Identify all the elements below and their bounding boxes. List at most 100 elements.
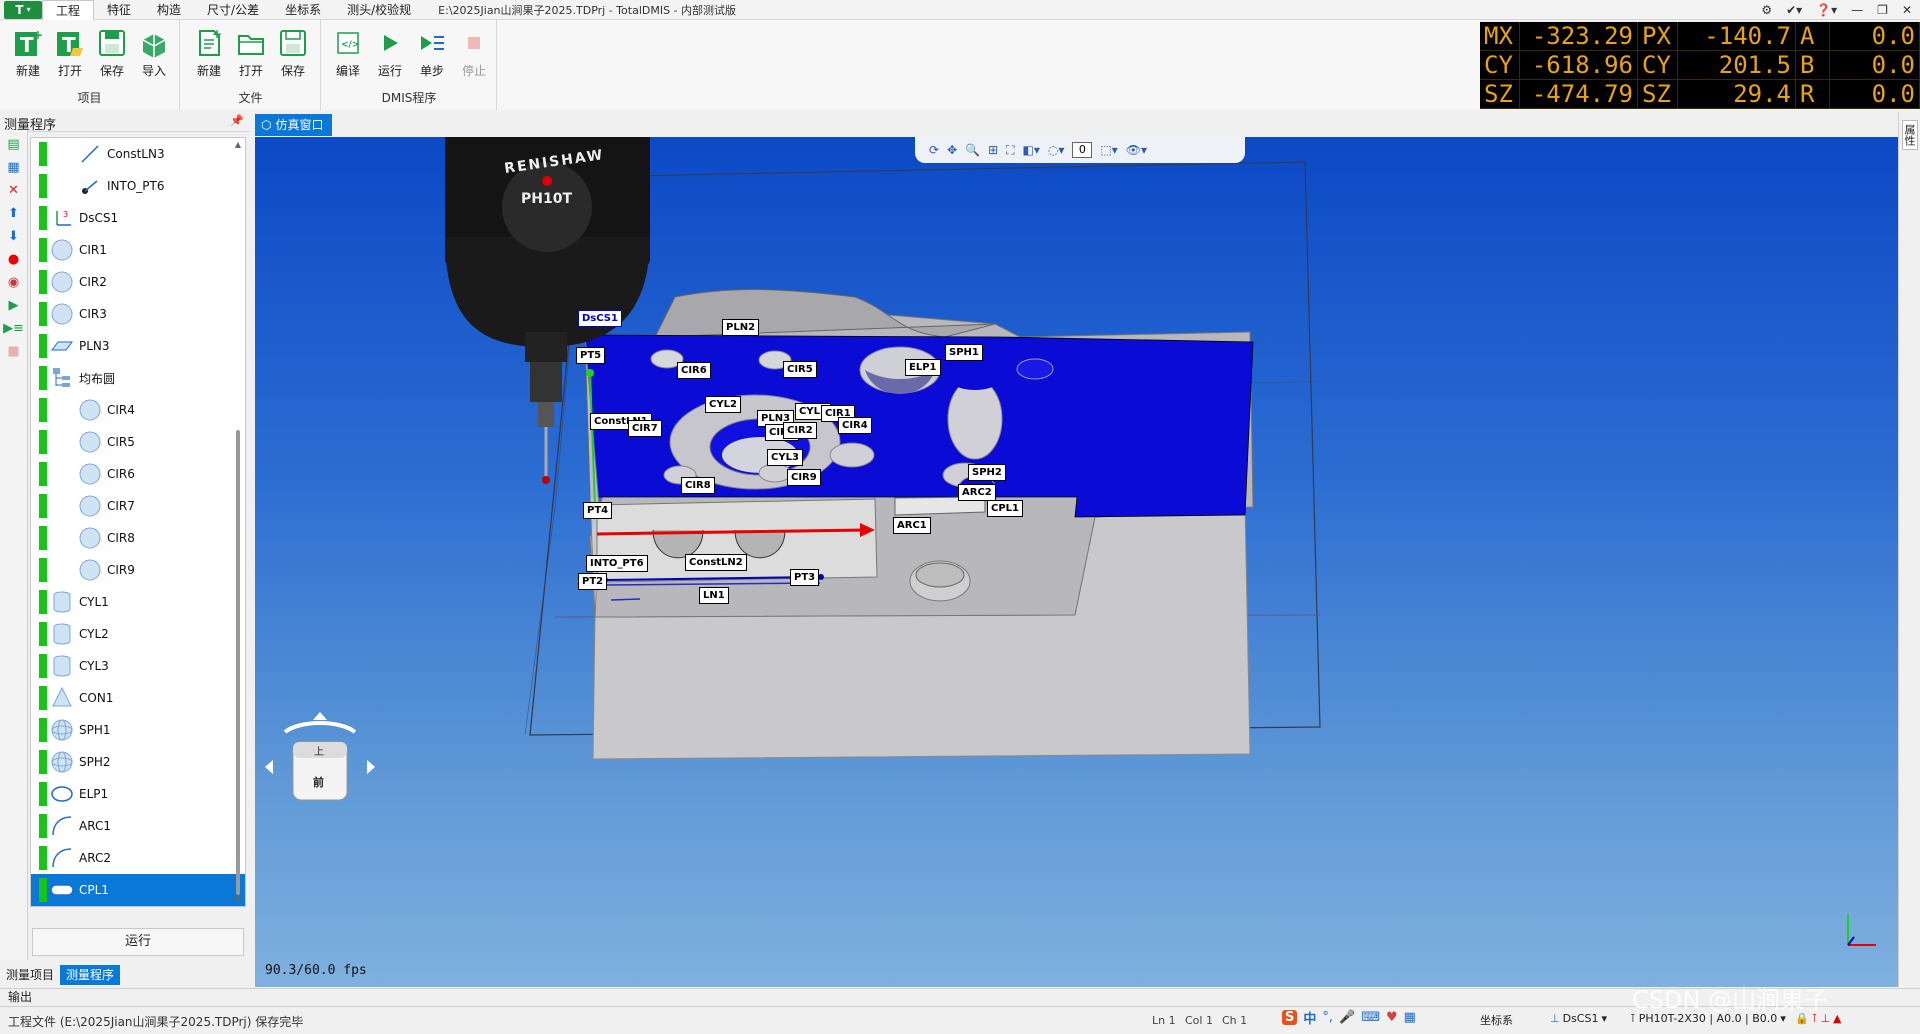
nav-cube-top[interactable]: 上 bbox=[314, 743, 324, 758]
tree-item[interactable]: CIR3 bbox=[31, 298, 245, 330]
tab-construct[interactable]: 构造 bbox=[144, 0, 194, 20]
tab-feature[interactable]: 特征 bbox=[94, 0, 144, 20]
project-save-button[interactable]: 保存 bbox=[92, 28, 132, 88]
feature-label[interactable]: ELP1 bbox=[905, 359, 941, 376]
move-down-icon[interactable]: ⬇ bbox=[6, 228, 22, 244]
tab-probe[interactable]: 测头/校验规 bbox=[334, 0, 424, 20]
navigation-cube[interactable]: 上 前 bbox=[265, 712, 375, 822]
rotate-icon[interactable]: ⟳ bbox=[929, 143, 939, 157]
warning-icon[interactable]: ▲ bbox=[1833, 1012, 1841, 1025]
tree-item[interactable]: ELP1 bbox=[31, 778, 245, 810]
tree-item[interactable]: CIR9 bbox=[31, 554, 245, 586]
scroll-thumb[interactable] bbox=[236, 430, 240, 895]
feature-label[interactable]: CIR8 bbox=[681, 477, 715, 494]
step-button[interactable]: 单步 bbox=[412, 28, 452, 88]
coordinate-system-select[interactable]: ⊥ DsCS1 ▾ bbox=[1550, 1012, 1607, 1025]
feature-label[interactable]: INTO_PT6 bbox=[586, 555, 648, 572]
feature-label[interactable]: SPH1 bbox=[945, 344, 983, 361]
tree-item[interactable]: ARC1 bbox=[31, 810, 245, 842]
stop-small-icon[interactable]: ■ bbox=[6, 343, 22, 359]
feature-label[interactable]: CIR5 bbox=[783, 361, 817, 378]
tree-item[interactable]: PLN3 bbox=[31, 330, 245, 362]
pin-icon[interactable]: 📌 bbox=[230, 114, 244, 127]
breakpoint-icon[interactable]: ◉ bbox=[6, 274, 22, 290]
feature-label[interactable]: CIR9 bbox=[787, 469, 821, 486]
report-icon[interactable]: ▤ bbox=[6, 136, 22, 152]
tree-item[interactable]: SPH2 bbox=[31, 746, 245, 778]
check-icon[interactable]: ✔▾ bbox=[1786, 3, 1802, 17]
tree-item[interactable]: CON1 bbox=[31, 682, 245, 714]
feature-label[interactable]: CIR6 bbox=[677, 362, 711, 379]
zoom-icon[interactable]: 🔍 bbox=[965, 143, 980, 157]
feature-label[interactable]: ConstLN2 bbox=[685, 554, 747, 571]
feature-label[interactable]: ARC1 bbox=[893, 517, 931, 534]
tree-item[interactable]: INTO_PT6 bbox=[31, 170, 245, 202]
file-save-button[interactable]: 保存 bbox=[273, 28, 313, 88]
tree-item[interactable]: CIR8 bbox=[31, 522, 245, 554]
sogou-icon[interactable]: S bbox=[1282, 1009, 1298, 1025]
feature-label[interactable]: PT2 bbox=[578, 573, 608, 590]
tree-item[interactable]: SPH1 bbox=[31, 714, 245, 746]
feature-label[interactable]: CIR7 bbox=[628, 420, 662, 437]
feature-label[interactable]: CYL2 bbox=[705, 396, 741, 413]
feature-label[interactable]: ARC2 bbox=[958, 484, 996, 501]
fit-icon[interactable]: ⛶ bbox=[1006, 143, 1014, 158]
properties-tab[interactable]: 属性 bbox=[1902, 120, 1918, 150]
move-up-icon[interactable]: ⬆ bbox=[6, 205, 22, 221]
scroll-down-icon[interactable]: ▼ bbox=[233, 894, 243, 904]
lasso-icon[interactable]: ◌▾ bbox=[1048, 143, 1065, 157]
tree-item[interactable]: 3 DsCS1 bbox=[31, 202, 245, 234]
tab-measure-project[interactable]: 测量项目 bbox=[0, 965, 60, 985]
feature-label[interactable]: PT3 bbox=[790, 569, 820, 586]
grid-icon[interactable]: ▦ bbox=[6, 159, 22, 175]
step-small-icon[interactable]: ▶≡ bbox=[3, 320, 24, 336]
simulation-viewport[interactable]: RENISHAW PH10T DsCS1 PT5 PLN2 CIR6 CIR5 … bbox=[255, 137, 1898, 987]
feature-label[interactable]: DsCS1 bbox=[578, 310, 622, 327]
pan-icon[interactable]: ✥ bbox=[947, 143, 957, 157]
tree-item[interactable]: 均布圆 bbox=[31, 362, 245, 394]
run-program-button[interactable]: 运行 bbox=[370, 28, 410, 88]
feature-label[interactable]: PT5 bbox=[576, 347, 606, 364]
project-import-button[interactable]: 导入 bbox=[134, 28, 174, 88]
stop-button[interactable]: 停止 bbox=[454, 28, 494, 88]
tree-item[interactable]: CIR5 bbox=[31, 426, 245, 458]
ime-language-icon[interactable]: 中 bbox=[1303, 1008, 1316, 1027]
feature-label[interactable]: PLN2 bbox=[722, 319, 760, 336]
nav-cube-front[interactable]: 前 bbox=[313, 774, 324, 790]
run-small-icon[interactable]: ▶ bbox=[6, 297, 22, 313]
tab-coordinate[interactable]: 坐标系 bbox=[272, 0, 334, 20]
tab-dimension[interactable]: 尺寸/公差 bbox=[194, 0, 272, 20]
tree-scrollbar[interactable]: ▲ ▼ bbox=[233, 140, 243, 904]
tab-measure-program[interactable]: 测量程序 bbox=[60, 965, 121, 985]
microphone-icon[interactable]: 🎤 bbox=[1339, 1010, 1355, 1025]
file-open-button[interactable]: 打开 bbox=[231, 28, 271, 88]
tree-item[interactable]: CIR1 bbox=[31, 234, 245, 266]
tab-simulation-window[interactable]: ⬡ 仿真窗口 bbox=[255, 114, 332, 136]
tree-item[interactable]: CYL2 bbox=[31, 618, 245, 650]
eye-icon[interactable]: 👁▾ bbox=[1126, 143, 1147, 157]
feature-label[interactable]: LN1 bbox=[699, 587, 729, 604]
restore-button[interactable]: ❐ bbox=[1877, 3, 1888, 17]
close-button[interactable]: ✕ bbox=[1902, 3, 1912, 17]
run-button[interactable]: 运行 bbox=[32, 928, 244, 956]
record-icon[interactable]: ● bbox=[6, 251, 22, 267]
tree-item[interactable]: CIR4 bbox=[31, 394, 245, 426]
keyboard-icon[interactable]: ⌨ bbox=[1361, 1010, 1380, 1025]
tab-project[interactable]: 工程 bbox=[42, 0, 95, 20]
tree-item[interactable]: CYL1 bbox=[31, 586, 245, 618]
view-cube-icon[interactable]: ◧▾ bbox=[1023, 143, 1040, 157]
feature-label[interactable]: CIR2 bbox=[783, 422, 817, 439]
feature-label[interactable]: SPH2 bbox=[968, 464, 1006, 481]
zoom-window-icon[interactable]: ⊞ bbox=[988, 143, 998, 157]
feature-label[interactable]: PT4 bbox=[583, 502, 613, 519]
project-new-button[interactable]: T + 新建 bbox=[8, 28, 48, 88]
help-icon[interactable]: ❓▾ bbox=[1816, 3, 1837, 17]
feature-label[interactable]: CYL3 bbox=[767, 449, 803, 466]
compile-button[interactable]: </> 编译 bbox=[328, 28, 368, 88]
tree-item[interactable]: ConstLN3 bbox=[31, 138, 245, 170]
tree-item[interactable]: CIR7 bbox=[31, 490, 245, 522]
app-menu-button[interactable]: T ▾ bbox=[4, 0, 42, 19]
tree-item[interactable]: CPL1 bbox=[31, 874, 245, 906]
settings-icon[interactable]: ⚙ bbox=[1761, 3, 1772, 17]
skin-icon[interactable]: ♥ bbox=[1386, 1010, 1398, 1025]
